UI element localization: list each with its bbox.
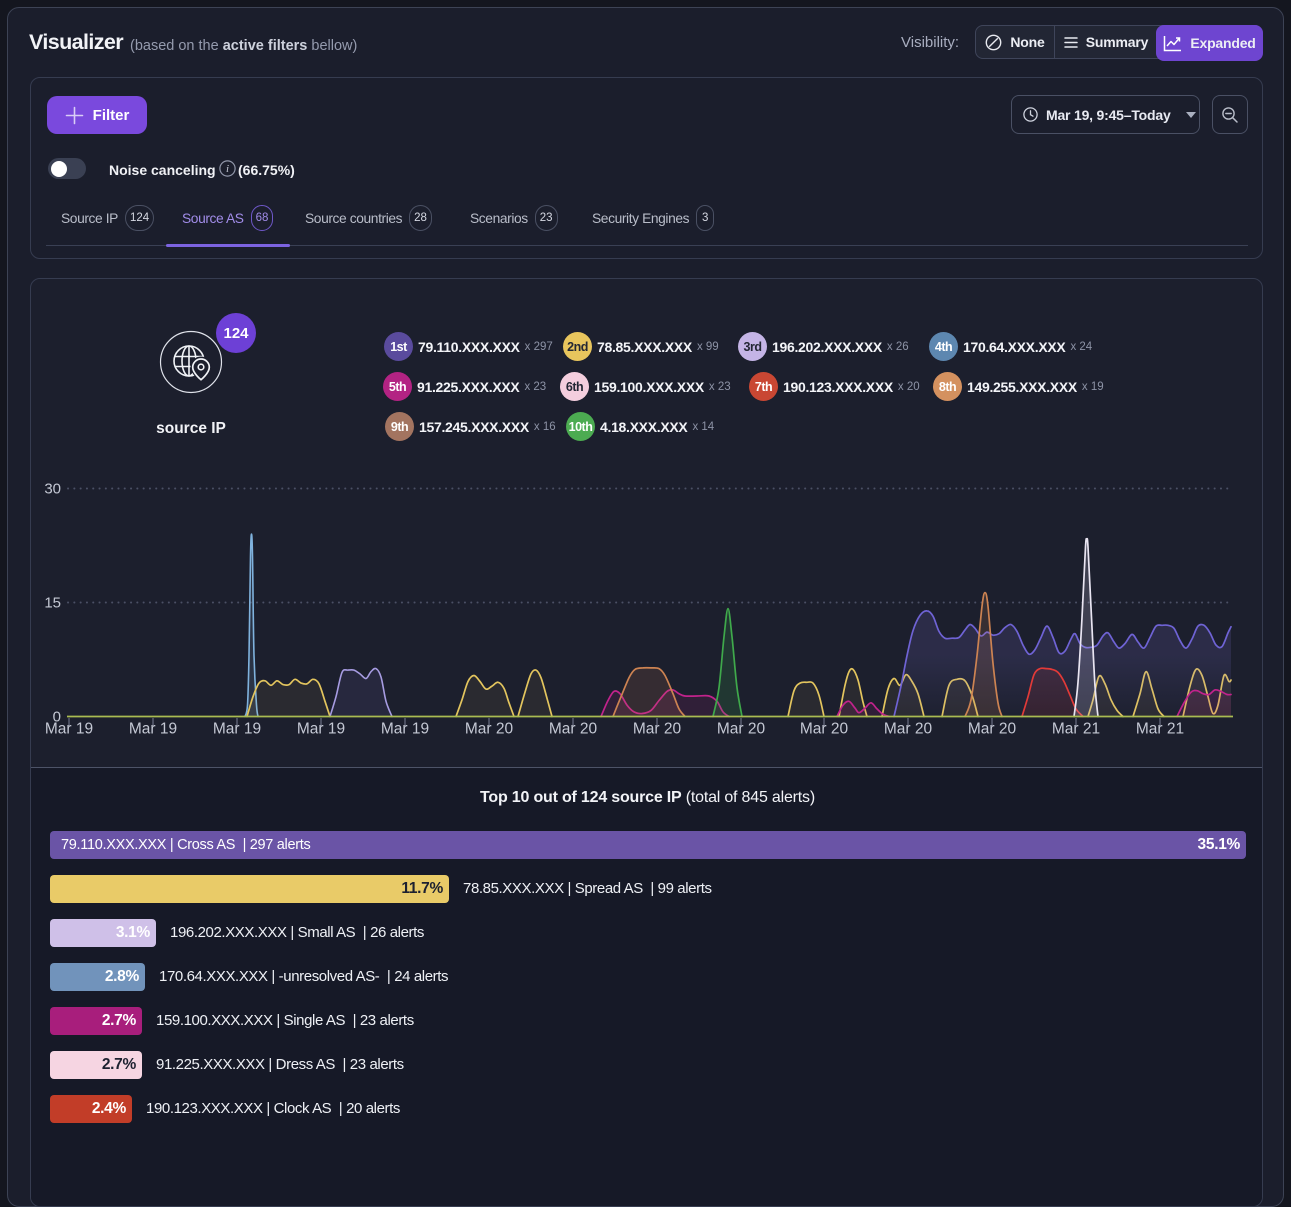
svg-text:0: 0: [53, 709, 61, 726]
svg-text:30: 30: [44, 481, 61, 498]
svg-text:Mar 20: Mar 20: [465, 721, 514, 738]
svg-text:Mar 21: Mar 21: [1136, 721, 1184, 738]
svg-text:Mar 19: Mar 19: [213, 721, 261, 738]
svg-text:Mar 20: Mar 20: [968, 721, 1017, 738]
svg-text:i: i: [226, 163, 229, 175]
svg-text:Mar 20: Mar 20: [633, 721, 682, 738]
svg-text:Mar 20: Mar 20: [549, 721, 598, 738]
svg-text:Mar 20: Mar 20: [800, 721, 849, 738]
svg-text:Mar 20: Mar 20: [717, 721, 766, 738]
svg-text:Mar 19: Mar 19: [297, 721, 345, 738]
svg-text:15: 15: [44, 595, 61, 612]
svg-text:Mar 20: Mar 20: [884, 721, 933, 738]
svg-text:Mar 19: Mar 19: [129, 721, 177, 738]
svg-text:Mar 19: Mar 19: [381, 721, 429, 738]
svg-text:Mar 21: Mar 21: [1052, 721, 1100, 738]
